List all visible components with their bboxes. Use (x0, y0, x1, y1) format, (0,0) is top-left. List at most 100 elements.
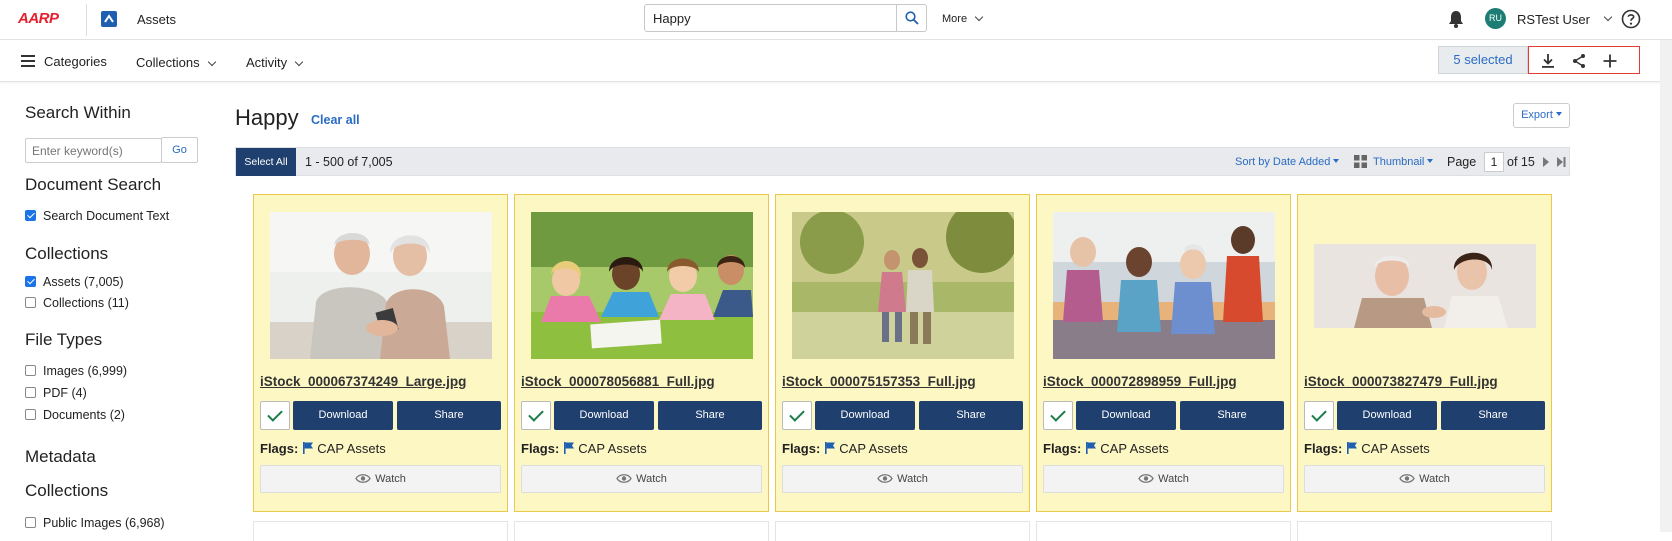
share-button[interactable]: Share (658, 401, 762, 430)
view-dropdown[interactable]: Thumbnail (1373, 156, 1434, 168)
asset-card[interactable]: iStock_000072898959_Full.jpg Download Sh… (1036, 194, 1291, 512)
asset-card[interactable] (253, 521, 508, 541)
grid-icon[interactable] (1354, 155, 1367, 168)
asset-select-checkbox[interactable] (782, 401, 812, 430)
go-button[interactable]: Go (161, 137, 198, 163)
sort-dropdown[interactable]: Sort by Date Added (1235, 156, 1340, 168)
chevron-down-icon (974, 12, 984, 22)
asset-filename-link[interactable]: iStock_000073827479_Full.jpg (1304, 374, 1498, 389)
more-menu[interactable]: More (942, 12, 984, 25)
selection-actions (1528, 46, 1640, 74)
download-button[interactable]: Download (293, 401, 393, 430)
asset-thumbnail[interactable] (792, 212, 1014, 359)
download-button[interactable]: Download (1076, 401, 1176, 430)
download-icon[interactable] (1539, 52, 1557, 70)
watch-button[interactable]: Watch (1304, 465, 1545, 493)
checkbox[interactable] (25, 297, 36, 308)
next-page-icon[interactable] (1542, 157, 1550, 167)
flag-name[interactable]: CAP Assets (1361, 441, 1429, 456)
select-all-button[interactable]: Select All (236, 148, 296, 176)
asset-filename-link[interactable]: iStock_000078056881_Full.jpg (521, 374, 715, 389)
checkbox[interactable] (25, 387, 36, 398)
download-button[interactable]: Download (1337, 401, 1437, 430)
asset-card[interactable] (775, 521, 1030, 541)
assets-app-icon[interactable] (101, 11, 117, 27)
page-number-input[interactable]: 1 (1484, 152, 1504, 172)
categories-menu[interactable]: Categories (44, 54, 107, 69)
collections-menu-label: Collections (136, 55, 200, 70)
search-input[interactable] (644, 4, 897, 32)
asset-card[interactable] (1036, 521, 1291, 541)
asset-select-checkbox[interactable] (1304, 401, 1334, 430)
user-name[interactable]: RSTest User (1517, 12, 1590, 27)
asset-select-checkbox[interactable] (1043, 401, 1073, 430)
share-button[interactable]: Share (397, 401, 501, 430)
plus-icon[interactable] (1601, 52, 1619, 70)
asset-card[interactable] (514, 521, 769, 541)
page-scrollbar[interactable] (1660, 40, 1672, 532)
checkbox[interactable] (25, 276, 36, 287)
share-button[interactable]: Share (1441, 401, 1545, 430)
filter-search-document-text[interactable]: Search Document Text (25, 209, 169, 223)
download-button[interactable]: Download (554, 401, 654, 430)
filter-documents[interactable]: Documents (2) (25, 408, 125, 422)
chevron-down-icon[interactable] (1603, 12, 1613, 22)
watch-label: Watch (897, 473, 928, 485)
share-button[interactable]: Share (919, 401, 1023, 430)
asset-thumbnail[interactable] (1314, 212, 1536, 359)
asset-thumbnail[interactable] (531, 212, 753, 359)
watch-button[interactable]: Watch (521, 465, 762, 493)
eye-icon (1399, 474, 1415, 483)
checkbox[interactable] (25, 409, 36, 420)
asset-card[interactable]: iStock_000075157353_Full.jpg Download Sh… (775, 194, 1030, 512)
checkbox[interactable] (25, 210, 36, 221)
watch-button[interactable]: Watch (782, 465, 1023, 493)
checkbox[interactable] (25, 365, 36, 376)
filter-images[interactable]: Images (6,999) (25, 364, 127, 378)
asset-filename-link[interactable]: iStock_000067374249_Large.jpg (260, 374, 466, 389)
keyword-input[interactable] (25, 138, 162, 163)
flag-name[interactable]: CAP Assets (578, 441, 646, 456)
search-icon (905, 11, 919, 25)
filter-collections[interactable]: Collections (11) (25, 296, 129, 310)
asset-filename-link[interactable]: iStock_000072898959_Full.jpg (1043, 374, 1237, 389)
asset-card[interactable]: iStock_000078056881_Full.jpg Download Sh… (514, 194, 769, 512)
asset-select-checkbox[interactable] (521, 401, 551, 430)
flag-icon (1347, 442, 1358, 454)
export-button[interactable]: Export (1513, 103, 1570, 128)
help-circle-icon[interactable] (1621, 9, 1641, 29)
flag-name[interactable]: CAP Assets (839, 441, 907, 456)
collections-menu[interactable]: Collections (136, 55, 216, 70)
app-name[interactable]: Assets (137, 12, 176, 27)
last-page-icon[interactable] (1556, 157, 1566, 167)
flag-name[interactable]: CAP Assets (1100, 441, 1168, 456)
checkbox[interactable] (25, 517, 36, 528)
bell-icon[interactable] (1448, 10, 1464, 28)
asset-thumbnail[interactable] (1053, 212, 1275, 359)
asset-card[interactable]: iStock_000073827479_Full.jpg Download Sh… (1297, 194, 1552, 512)
eye-icon (616, 474, 632, 483)
watch-button[interactable]: Watch (1043, 465, 1284, 493)
filter-public-images[interactable]: Public Images (6,968) (25, 516, 165, 530)
flag-name[interactable]: CAP Assets (317, 441, 385, 456)
filter-assets[interactable]: Assets (7,005) (25, 275, 124, 289)
search-button[interactable] (896, 4, 927, 32)
avatar[interactable]: RU (1485, 8, 1506, 29)
filter-pdf[interactable]: PDF (4) (25, 386, 87, 400)
download-button[interactable]: Download (815, 401, 915, 430)
aarp-logo[interactable]: AARP (18, 10, 59, 27)
asset-filename-link[interactable]: iStock_000075157353_Full.jpg (782, 374, 976, 389)
selection-count-button[interactable]: 5 selected (1438, 46, 1528, 74)
hamburger-icon[interactable] (21, 55, 35, 67)
activity-menu[interactable]: Activity (246, 55, 304, 70)
asset-select-checkbox[interactable] (260, 401, 290, 430)
asset-card[interactable] (1297, 521, 1552, 541)
share-icon[interactable] (1570, 52, 1588, 70)
results-toolbar: Select All 1 - 500 of 7,005 Sort by Date… (235, 147, 1570, 176)
watch-button[interactable]: Watch (260, 465, 501, 493)
asset-thumbnail[interactable] (270, 212, 492, 359)
clear-all-link[interactable]: Clear all (311, 113, 360, 127)
asset-card[interactable]: iStock_000067374249_Large.jpg Download S… (253, 194, 508, 512)
filter-label: PDF (4) (43, 386, 87, 400)
share-button[interactable]: Share (1180, 401, 1284, 430)
